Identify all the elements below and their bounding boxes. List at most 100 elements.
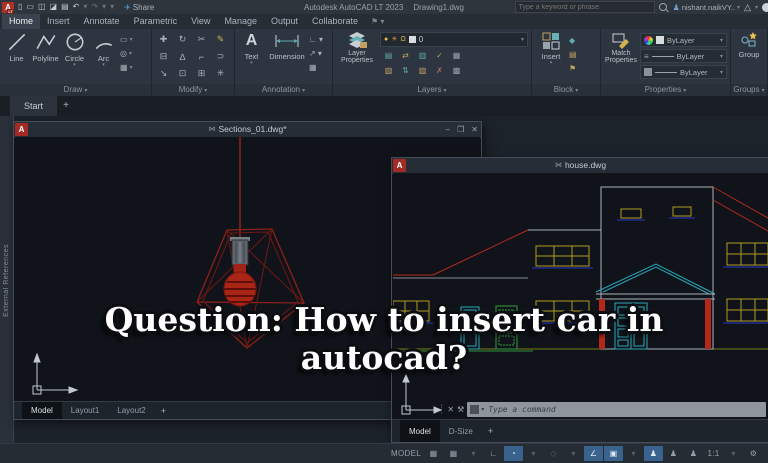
polar-dropdown-icon[interactable]: ▾ <box>524 446 543 461</box>
help-circle-icon[interactable] <box>762 2 768 12</box>
annotation-scale-value[interactable]: 1:1 <box>704 446 723 461</box>
trim-icon[interactable]: ✂ <box>192 31 211 48</box>
rectangle-tool-icon[interactable]: ▭ ▾ <box>120 33 133 46</box>
recent-commands-icon[interactable] <box>470 405 480 414</box>
scale-dropdown-icon[interactable]: ▾ <box>724 446 743 461</box>
model-space-button[interactable]: MODEL <box>389 446 423 461</box>
match-properties-tool[interactable]: Match Properties <box>604 31 638 84</box>
object-color-dropdown[interactable]: ByLayer ▾ <box>640 33 727 47</box>
share-button[interactable]: ✈ Share <box>124 3 154 12</box>
ribbon-options-icon[interactable]: ⚑ ▾ <box>371 14 384 29</box>
menu-tab-view[interactable]: View <box>184 14 217 29</box>
qat-dropdown-icon[interactable]: ▾ <box>110 0 114 14</box>
new-layout-button[interactable]: + <box>482 420 499 442</box>
panel-label-modify[interactable]: Modify ▾ <box>152 84 234 96</box>
panel-label-draw[interactable]: Draw ▾ <box>0 84 151 96</box>
layout-tab-layout1[interactable]: Layout1 <box>62 402 108 419</box>
model-canvas[interactable]: ┊ ✕ ⚒ ▾ <box>393 173 768 420</box>
table-icon[interactable]: ▦ <box>309 61 323 74</box>
file-tab-start[interactable]: Start <box>10 96 58 116</box>
isodraft-icon[interactable]: ◇ <box>544 446 563 461</box>
redo-icon[interactable]: ↷ <box>91 0 98 14</box>
arc-tool[interactable]: Arc ▾ <box>90 31 117 84</box>
circle-tool[interactable]: Circle ▾ <box>61 31 88 84</box>
panel-label-layers[interactable]: Layers ▾ <box>333 84 531 96</box>
command-input-bar[interactable]: ▾ <box>467 402 766 417</box>
search-input[interactable] <box>515 3 654 11</box>
layer-tool-icon[interactable]: ▥ <box>414 48 431 63</box>
snap-mode-icon[interactable]: ▦ <box>444 446 463 461</box>
write-block-icon[interactable]: ▤ <box>569 48 577 60</box>
search-box[interactable] <box>514 1 655 13</box>
osnap-tracking-icon[interactable]: ∠ <box>584 446 603 461</box>
ellipse-tool-icon[interactable]: ◎ ▾ <box>120 47 133 60</box>
erase-icon[interactable]: ✎ <box>211 31 230 48</box>
polyline-tool[interactable]: Polyline <box>32 31 59 84</box>
hatch-tool-icon[interactable]: ▦ ▾ <box>120 61 133 74</box>
layer-tool-icon[interactable]: ⇅ <box>397 63 414 78</box>
layer-tool-icon[interactable]: ✓ <box>431 48 448 63</box>
command-input[interactable] <box>486 404 763 415</box>
layer-tool-icon[interactable]: ⇄ <box>397 48 414 63</box>
multileader-icon[interactable]: ↗ ▾ <box>309 47 323 60</box>
insert-block-tool[interactable]: Insert ▾ <box>535 31 567 84</box>
annotation-visibility-icon[interactable]: ♟ <box>644 446 663 461</box>
panel-label-properties[interactable]: Properties ▾ <box>601 84 730 96</box>
insert-dropdown-icon[interactable]: ▾ <box>550 61 553 66</box>
group-tool[interactable]: Group <box>734 31 764 84</box>
menu-tab-insert[interactable]: Insert <box>40 14 77 29</box>
layer-tool-icon[interactable]: ▤ <box>380 48 397 63</box>
layer-tool-icon[interactable]: ▧ <box>380 63 397 78</box>
copy-icon[interactable]: ⊟ <box>154 48 173 65</box>
menu-tab-parametric[interactable]: Parametric <box>127 14 185 29</box>
text-dropdown-icon[interactable]: ▾ <box>250 61 253 66</box>
recent-commands-dropdown-icon[interactable]: ▾ <box>481 406 484 413</box>
menu-tab-manage[interactable]: Manage <box>217 14 264 29</box>
stretch-icon[interactable]: ↘ <box>154 65 173 82</box>
explode-icon[interactable]: ✳ <box>211 65 230 82</box>
autoscale-icon[interactable]: ♟ <box>664 446 683 461</box>
block-attributes-icon[interactable]: ⚑ <box>569 62 577 74</box>
polar-tracking-icon[interactable]: ◔ <box>504 446 523 461</box>
window-restore-button[interactable]: ❐ <box>457 122 464 137</box>
layout-tab-dsize[interactable]: D-Size <box>440 420 482 442</box>
new-layout-button[interactable]: + <box>155 402 172 419</box>
isodraft-dropdown-icon[interactable]: ▾ <box>564 446 583 461</box>
menu-tab-annotate[interactable]: Annotate <box>77 14 127 29</box>
osnap-icon[interactable]: ▣ <box>604 446 623 461</box>
redo-dropdown-icon[interactable]: ▾ <box>102 0 106 14</box>
layer-tool-icon[interactable]: ▨ <box>414 63 431 78</box>
menu-tab-output[interactable]: Output <box>264 14 305 29</box>
layer-tool-icon[interactable]: ✗ <box>431 63 448 78</box>
undo-dropdown-icon[interactable]: ▾ <box>83 0 87 14</box>
layout-tab-model[interactable]: Model <box>22 402 62 419</box>
search-icon[interactable] <box>658 3 667 11</box>
dimension-tool[interactable]: Dimension <box>267 31 307 84</box>
snap-dropdown-icon[interactable]: ▾ <box>464 446 483 461</box>
user-account-button[interactable]: ♟ nishant.naikVY.. ▾ <box>673 3 740 12</box>
undo-icon[interactable]: ↶ <box>73 0 80 14</box>
save-as-icon[interactable]: ◪ <box>50 0 58 14</box>
window-title-bar[interactable]: A ⋈ house.dwg <box>392 158 768 174</box>
scale-icon[interactable]: ⊡ <box>173 65 192 82</box>
layer-properties-tool[interactable]: Layer Properties <box>336 31 378 84</box>
window-close-button[interactable]: ✕ <box>471 122 478 137</box>
window-minimize-button[interactable]: – <box>446 122 450 137</box>
new-file-icon[interactable]: ▯ <box>18 0 22 14</box>
leader-icon[interactable]: ∟ ▾ <box>309 33 323 46</box>
rotate-icon[interactable]: ↻ <box>173 31 192 48</box>
open-folder-icon[interactable]: ▭ <box>26 0 34 14</box>
menu-tab-collaborate[interactable]: Collaborate <box>305 14 365 29</box>
annotation-scale-icon[interactable]: ♟ <box>684 446 703 461</box>
command-close-icon[interactable]: ✕ <box>447 405 454 414</box>
save-icon[interactable]: ◫ <box>38 0 46 14</box>
offset-icon[interactable]: ⊃ <box>211 48 230 65</box>
panel-label-block[interactable]: Block ▾ <box>532 84 600 96</box>
command-tools-icon[interactable]: ⚒ <box>457 405 464 414</box>
layout-tab-layout2[interactable]: Layout2 <box>108 402 154 419</box>
mirror-icon[interactable]: ∆ <box>173 48 192 65</box>
menu-tab-home[interactable]: Home <box>2 14 41 29</box>
autodesk-app-icon[interactable]: △ <box>744 2 751 13</box>
create-block-icon[interactable]: ◆ <box>569 34 577 46</box>
circle-dropdown-icon[interactable]: ▾ <box>73 63 76 68</box>
